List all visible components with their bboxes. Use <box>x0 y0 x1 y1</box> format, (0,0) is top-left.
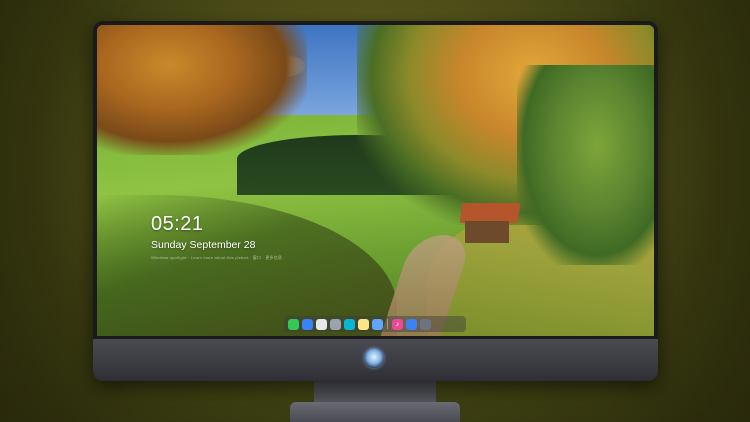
lock-screen-time: 05:21 <box>151 213 204 235</box>
finder-icon[interactable] <box>302 318 313 330</box>
monitor-stand-base <box>290 402 460 422</box>
monitor-logo-icon <box>364 348 384 368</box>
safari-icon[interactable] <box>316 318 327 330</box>
preview-icon[interactable] <box>372 318 383 330</box>
dock: ♪ <box>284 316 466 332</box>
app-store-icon[interactable] <box>406 318 417 330</box>
music-icon[interactable]: ♪ <box>392 318 403 330</box>
wallpaper-green-tree-right <box>517 65 654 265</box>
camera-icon[interactable] <box>420 318 431 330</box>
hut-wall <box>465 221 509 243</box>
photos-icon[interactable] <box>330 318 341 330</box>
wallpaper-autumn-tree-left <box>97 25 307 155</box>
hut-roof <box>459 203 521 223</box>
wallpaper-hut <box>459 203 521 243</box>
messages-icon[interactable] <box>288 318 299 330</box>
dock-separator <box>387 319 388 329</box>
files-icon[interactable] <box>344 318 355 330</box>
notes-icon[interactable] <box>358 318 369 330</box>
lock-screen-subline: Windows spotlight · Learn more about thi… <box>151 255 283 260</box>
lock-screen-date: Sunday September 28 <box>151 239 256 251</box>
desktop-screen: 05:21 Sunday September 28 Windows spotli… <box>97 25 654 336</box>
